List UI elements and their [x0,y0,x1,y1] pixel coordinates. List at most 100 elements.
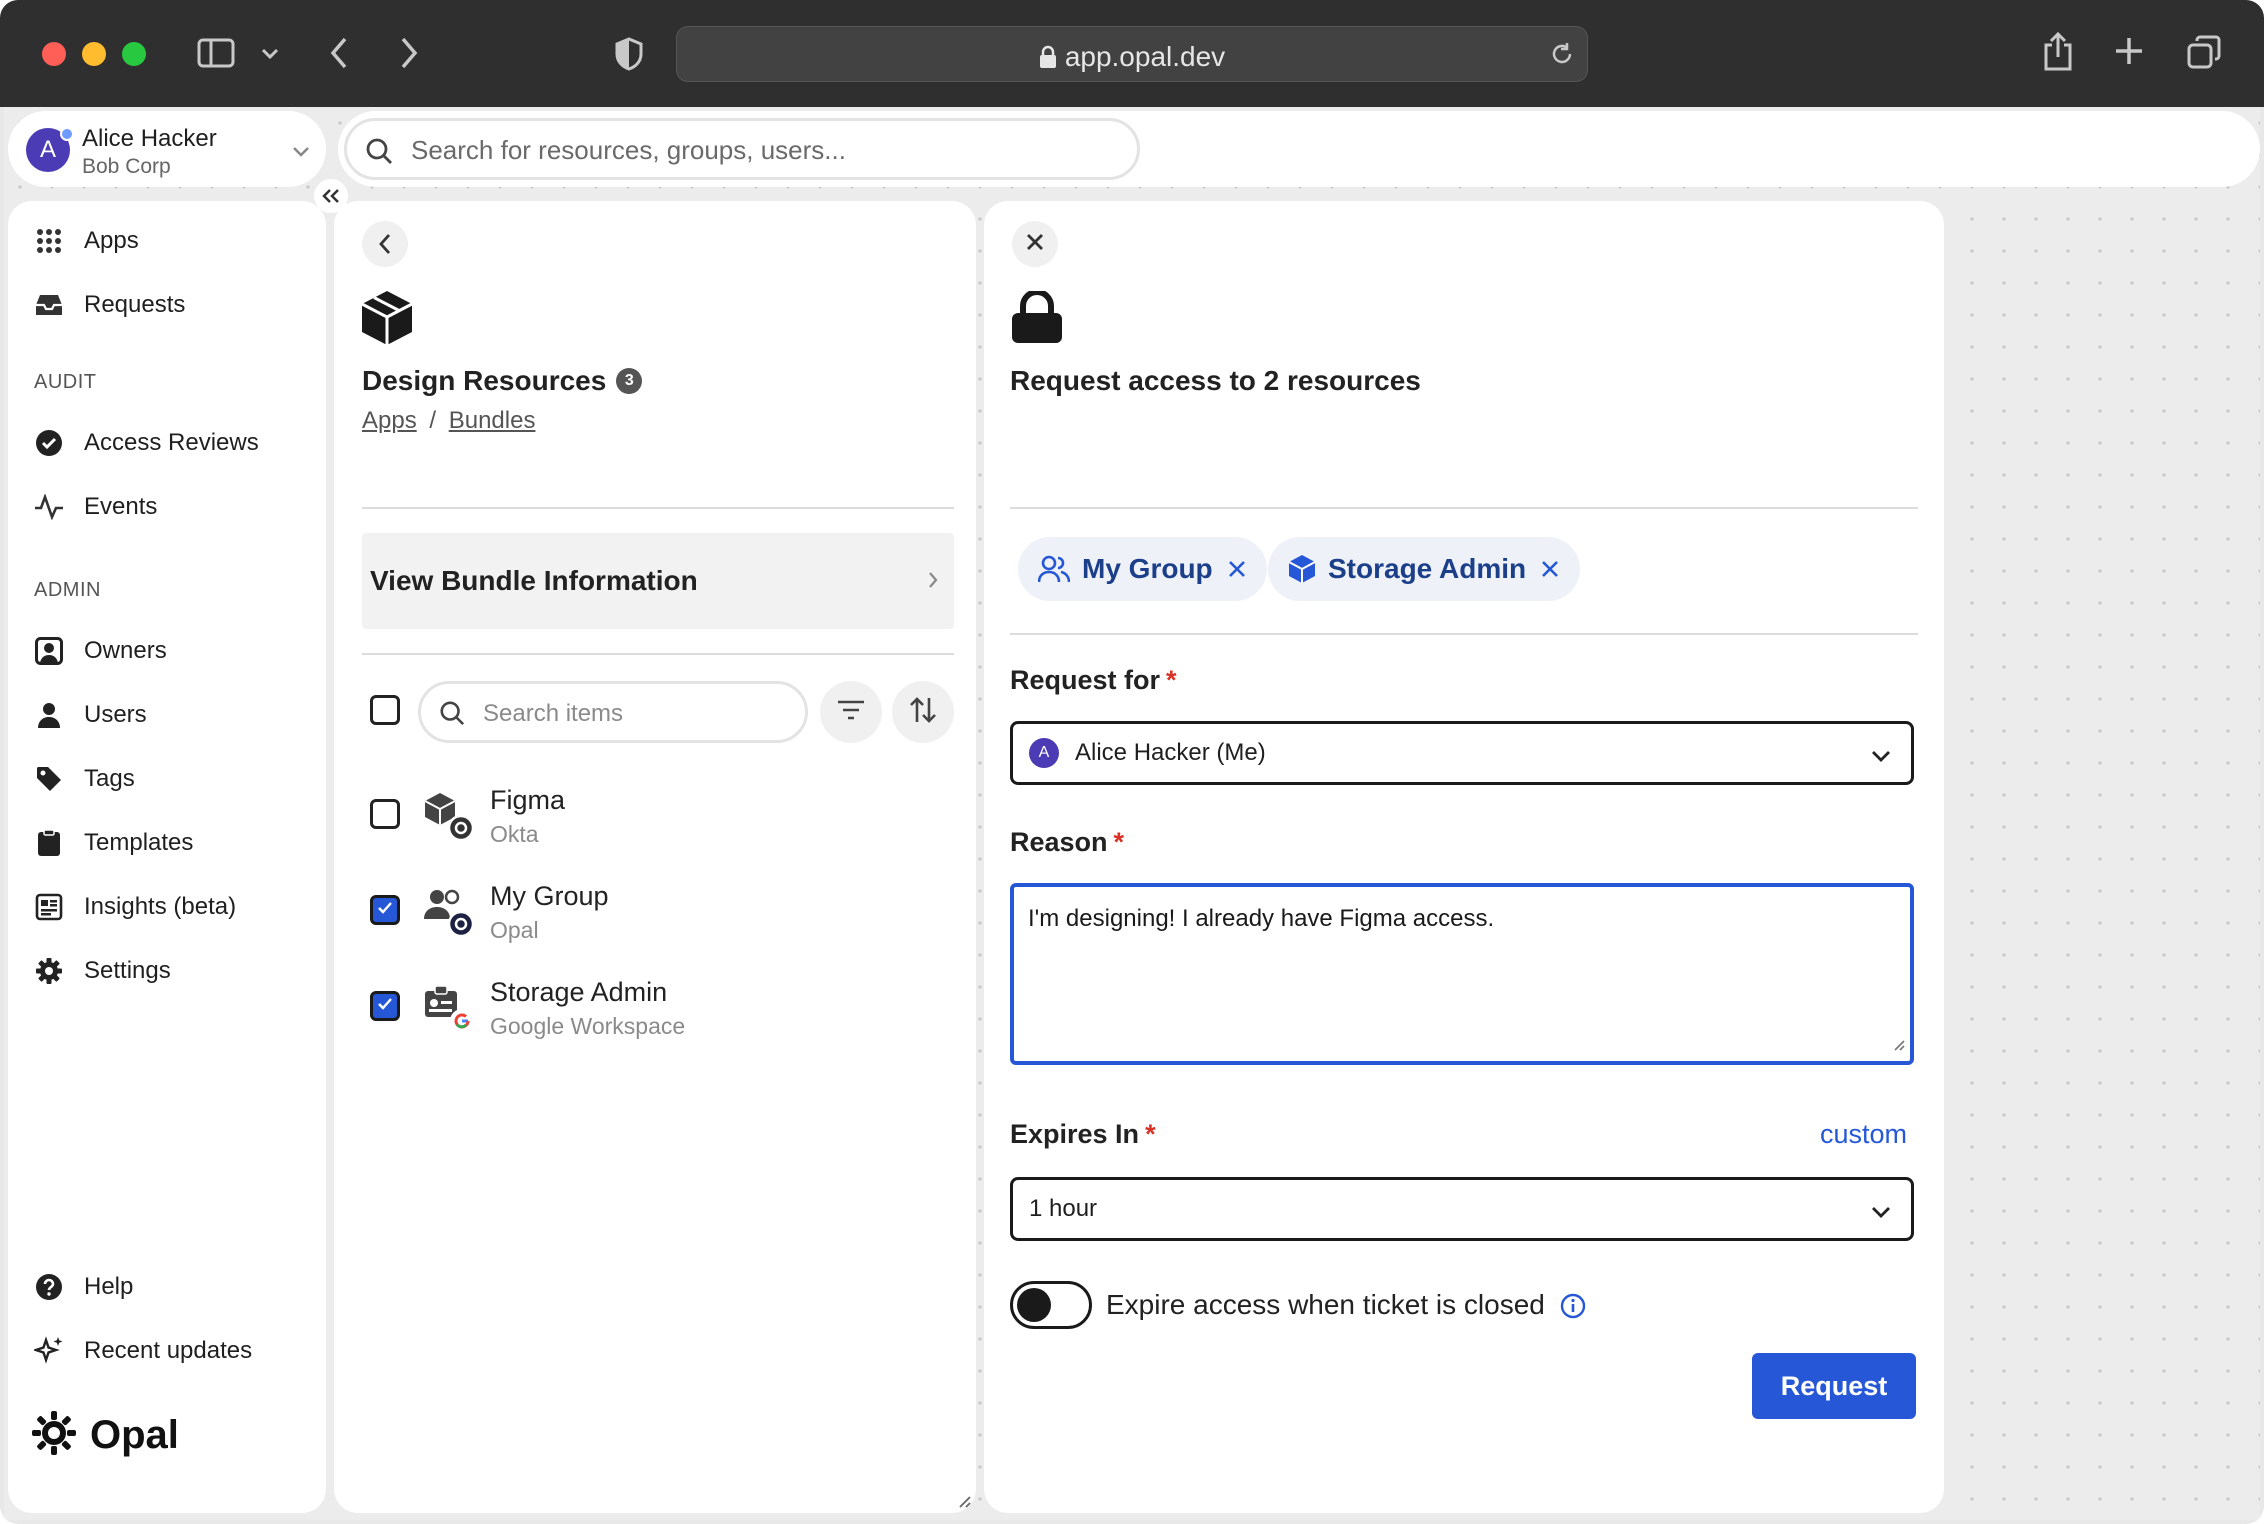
reason-textarea[interactable]: I'm designing! I already have Figma acce… [1010,883,1914,1065]
insights-icon [34,892,64,922]
sidebar-item-label: Help [84,1273,134,1300]
expires-label-text: Expires In [1010,1119,1140,1149]
sidebar-item-events[interactable]: Events [34,487,157,527]
checkmark-icon [377,901,393,920]
breadcrumb-apps[interactable]: Apps [362,407,417,434]
global-search-bar: Search for resources, groups, users... [338,111,2260,187]
item-checkbox[interactable] [370,799,400,829]
sort-button[interactable] [892,681,954,743]
zoom-window-button[interactable] [122,42,146,66]
sidebar-item-users[interactable]: Users [34,695,147,735]
divider [362,507,954,509]
bundle-title: Design Resources [362,365,607,396]
opal-logo[interactable]: Opal [30,1409,179,1462]
resource-icon [422,789,476,848]
item-search-input[interactable]: Search items [418,681,808,743]
close-window-button[interactable] [42,42,66,66]
breadcrumb-bundles[interactable]: Bundles [449,407,536,434]
gear-icon [34,956,64,986]
chip-storage-admin: Storage Admin [1268,537,1581,601]
sidebar-item-label: Users [84,701,147,728]
item-checkbox[interactable] [370,991,400,1021]
resize-handle-icon[interactable] [956,1493,972,1514]
sidebar-item-templates[interactable]: Templates [34,823,193,863]
resize-handle-icon[interactable] [1892,1038,1906,1057]
back-button[interactable] [362,221,408,267]
reason-text: I'm designing! I already have Figma acce… [1028,905,1495,932]
user-icon [34,700,64,730]
list-item[interactable]: My Group Opal [354,867,954,955]
share-icon[interactable] [2040,30,2076,72]
opal-wordmark: Opal [90,1413,179,1457]
app-content: A Alice Hacker Bob Corp Search for resou… [4,107,2260,1520]
sidebar-toggle-icon[interactable] [196,36,236,70]
filter-icon [837,699,865,726]
divider [1010,507,1918,509]
divider [1010,633,1918,635]
item-checkbox[interactable] [370,895,400,925]
breadcrumb-separator: / [429,407,437,434]
online-indicator [60,127,74,141]
list-item[interactable]: Storage Admin Google Workspace [354,963,954,1051]
reload-icon[interactable] [1547,39,1577,69]
search-placeholder: Search for resources, groups, users... [411,135,846,165]
sidebar-item-help[interactable]: Help [34,1267,133,1307]
forward-icon[interactable] [394,36,424,70]
bundle-panel: Design Resources 3 Apps / Bundles View B… [334,201,976,1513]
request-button[interactable]: Request [1752,1353,1916,1419]
close-icon [1025,232,1045,257]
remove-chip-icon[interactable] [1227,559,1247,579]
request-button-label: Request [1780,1370,1888,1401]
item-source: Okta [490,821,539,847]
opal-logo-icon [30,1409,78,1462]
account-name: Alice Hacker [82,125,217,152]
toggle-knob [1017,1288,1051,1322]
chevron-down-icon [1871,742,1891,770]
item-source: Opal [490,917,539,943]
toggle-label: Expire access when ticket is closed [1106,1289,1545,1320]
expires-select[interactable]: 1 hour [1010,1177,1914,1241]
expire-on-close-toggle[interactable] [1010,1281,1092,1329]
request-for-select[interactable]: A Alice Hacker (Me) [1010,721,1914,785]
view-bundle-info-button[interactable]: View Bundle Information [362,533,954,629]
activity-icon [34,492,64,522]
account-switcher[interactable]: A Alice Hacker Bob Corp [8,111,326,187]
sidebar-item-tags[interactable]: Tags [34,759,135,799]
lock-icon [1039,44,1057,76]
info-icon[interactable] [1560,1293,1586,1324]
required-mark: * [1166,665,1177,695]
sidebar-item-recent-updates[interactable]: Recent updates [34,1331,252,1371]
chevron-down-icon [292,145,310,163]
select-all-checkbox[interactable] [370,695,400,725]
group-icon [1038,555,1070,583]
minimize-window-button[interactable] [82,42,106,66]
browser-toolbar: app.opal.dev [0,0,2264,107]
sidebar-item-apps[interactable]: Apps [34,221,139,261]
item-name: Storage Admin [490,977,668,1007]
new-tab-icon[interactable] [2112,34,2146,68]
check-circle-icon [34,428,64,458]
back-icon[interactable] [324,36,354,70]
section-label-audit: AUDIT [34,371,97,393]
sparkle-icon [34,1336,64,1366]
filter-button[interactable] [820,681,882,743]
search-icon [439,700,465,731]
expires-label: Expires In * [1010,1119,1156,1150]
list-item[interactable]: Figma Okta [354,771,954,859]
sidebar-item-owners[interactable]: Owners [34,631,167,671]
sidebar-item-label: Recent updates [84,1337,253,1364]
url-text: app.opal.dev [1064,41,1226,72]
close-button[interactable] [1012,221,1058,267]
sidebar-item-requests[interactable]: Requests [34,285,185,325]
sidebar-item-label: Owners [84,637,167,664]
sidebar-item-access-reviews[interactable]: Access Reviews [34,423,259,463]
sidebar-item-settings[interactable]: Settings [34,951,171,991]
tab-overview-icon[interactable] [2186,34,2222,70]
sidebar-item-insights[interactable]: Insights (beta) [34,887,236,927]
search-input[interactable]: Search for resources, groups, users... [344,118,1140,180]
privacy-shield-icon[interactable] [612,36,646,72]
custom-link[interactable]: custom [1820,1119,1907,1150]
address-bar[interactable]: app.opal.dev [676,26,1588,82]
chevron-down-icon[interactable] [258,44,282,64]
remove-chip-icon[interactable] [1540,559,1560,579]
